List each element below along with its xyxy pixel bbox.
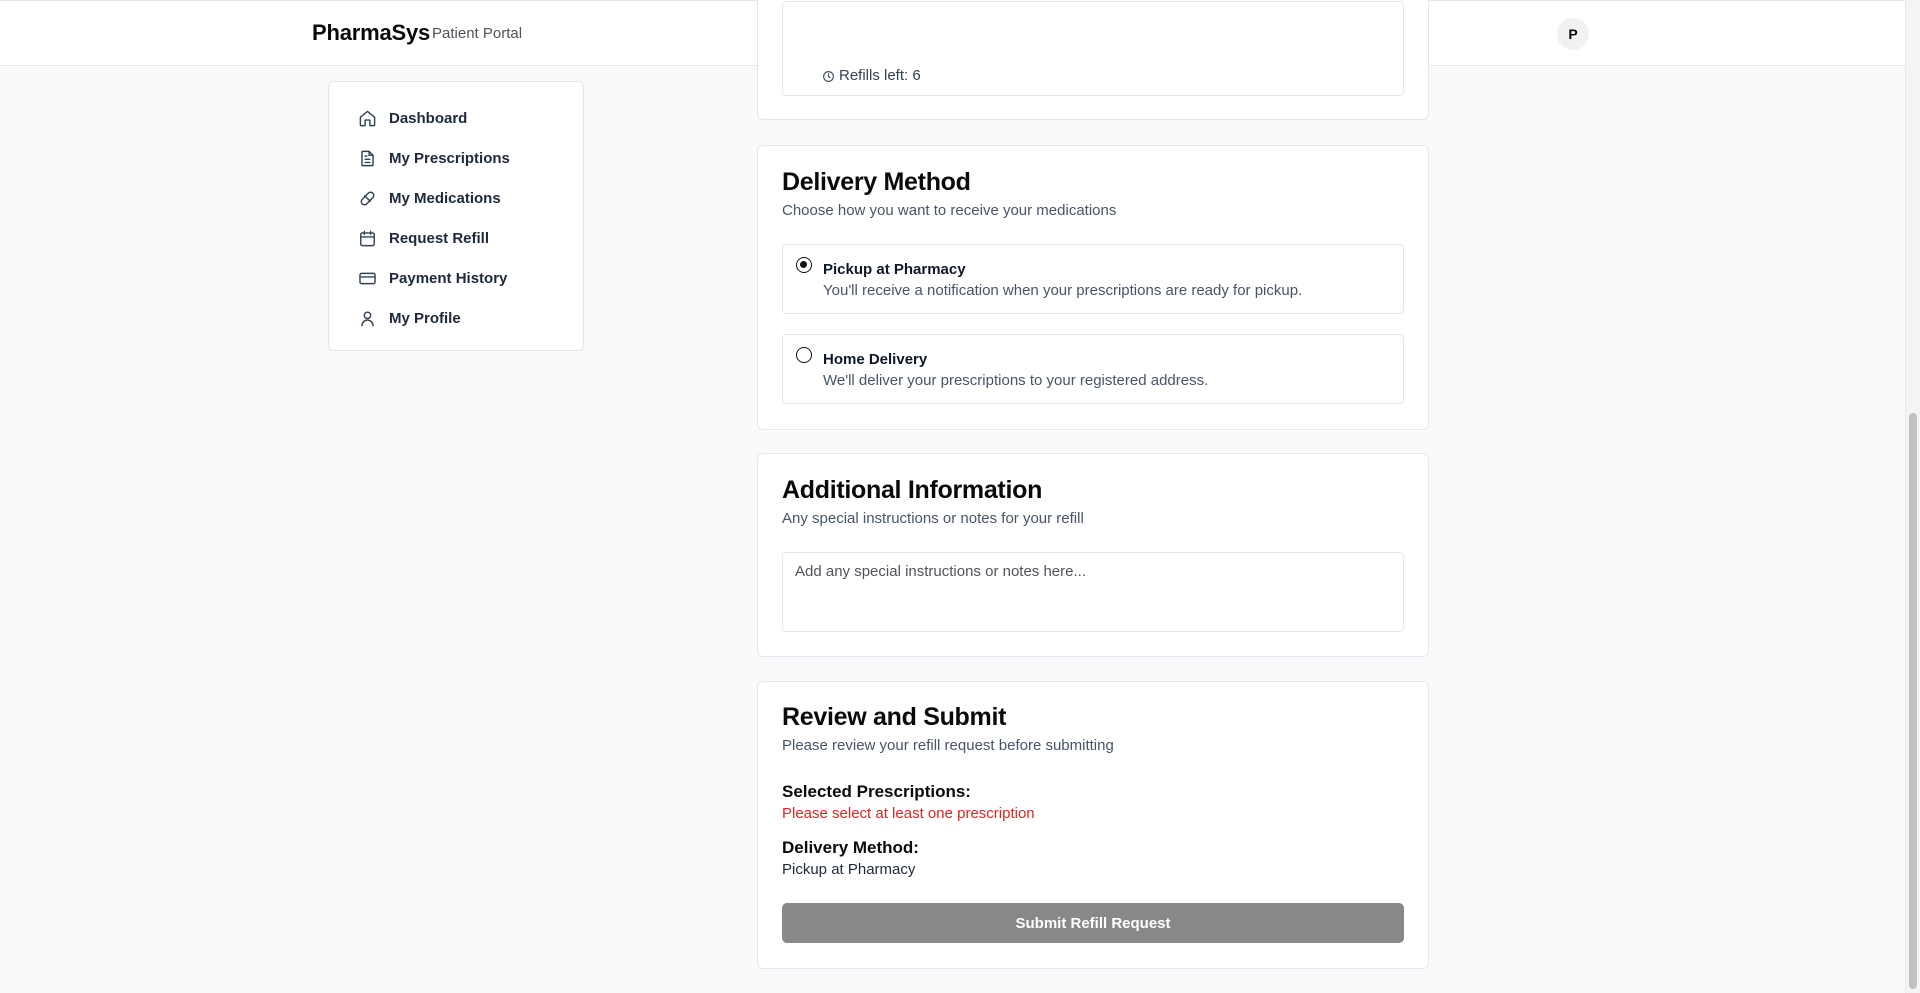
option-title: Home Delivery — [823, 351, 928, 368]
sidebar-item-label: My Profile — [389, 309, 461, 327]
sidebar-item-medications[interactable]: My Medications — [329, 178, 583, 218]
selected-prescriptions-heading: Selected Prescriptions: — [782, 782, 971, 801]
credit-card-icon — [357, 268, 377, 288]
refills-left: Refills left: 6 — [839, 67, 921, 84]
sidebar-item-payment-history[interactable]: Payment History — [329, 258, 583, 298]
card-title: Review and Submit — [782, 703, 1007, 731]
sidebar-item-label: Request Refill — [389, 229, 490, 247]
sidebar-nav: Dashboard My Prescriptions My Medication… — [328, 81, 584, 351]
sidebar-item-dashboard[interactable]: Dashboard — [329, 98, 583, 138]
sidebar-item-request-refill[interactable]: Request Refill — [329, 218, 583, 258]
pill-icon — [357, 188, 377, 208]
card-subtitle: Please review your refill request before… — [782, 737, 1114, 754]
document-icon — [357, 148, 377, 168]
user-avatar[interactable]: P — [1557, 18, 1589, 50]
sidebar-item-label: My Medications — [389, 189, 501, 207]
home-icon — [357, 108, 377, 128]
sidebar-item-label: Dashboard — [389, 109, 468, 127]
sidebar-item-label: My Prescriptions — [389, 149, 510, 167]
pickup-radio[interactable] — [796, 257, 812, 273]
home-delivery-radio[interactable] — [796, 347, 812, 363]
selection-error-message: Please select at least one prescription — [782, 805, 1035, 822]
submit-refill-button[interactable]: Submit Refill Request — [782, 903, 1404, 943]
portal-subtitle: Patient Portal — [432, 25, 523, 42]
delivery-method-value: Pickup at Pharmacy — [782, 861, 916, 878]
clock-icon — [822, 70, 835, 83]
sidebar-item-label: Payment History — [389, 269, 508, 287]
card-subtitle: Choose how you want to receive your medi… — [782, 202, 1117, 219]
sidebar-item-prescriptions[interactable]: My Prescriptions — [329, 138, 583, 178]
option-description: You'll receive a notification when your … — [823, 282, 1303, 299]
option-description: We'll deliver your prescriptions to your… — [823, 372, 1209, 389]
brand-logo[interactable]: PharmaSys — [312, 20, 430, 46]
card-title: Delivery Method — [782, 168, 971, 196]
sidebar-item-profile[interactable]: My Profile — [329, 298, 583, 338]
option-title: Pickup at Pharmacy — [823, 261, 966, 278]
additional-info-card: Additional Information Any special instr… — [757, 453, 1429, 657]
page-scrollbar-thumb[interactable] — [1909, 413, 1917, 989]
prescriptions-card: Refills left: 6 — [757, 0, 1429, 120]
delivery-method-heading: Delivery Method: — [782, 838, 919, 857]
user-icon — [357, 308, 377, 328]
delivery-option-pickup[interactable]: Pickup at Pharmacy You'll receive a noti… — [782, 244, 1404, 314]
review-submit-card: Review and Submit Please review your ref… — [757, 681, 1429, 969]
prescription-item[interactable]: Refills left: 6 — [782, 1, 1404, 96]
card-title: Additional Information — [782, 476, 1043, 504]
calendar-icon — [357, 228, 377, 248]
notes-textarea[interactable] — [782, 552, 1404, 632]
card-subtitle: Any special instructions or notes for yo… — [782, 510, 1084, 527]
delivery-option-home[interactable]: Home Delivery We'll deliver your prescri… — [782, 334, 1404, 404]
delivery-method-card: Delivery Method Choose how you want to r… — [757, 145, 1429, 430]
